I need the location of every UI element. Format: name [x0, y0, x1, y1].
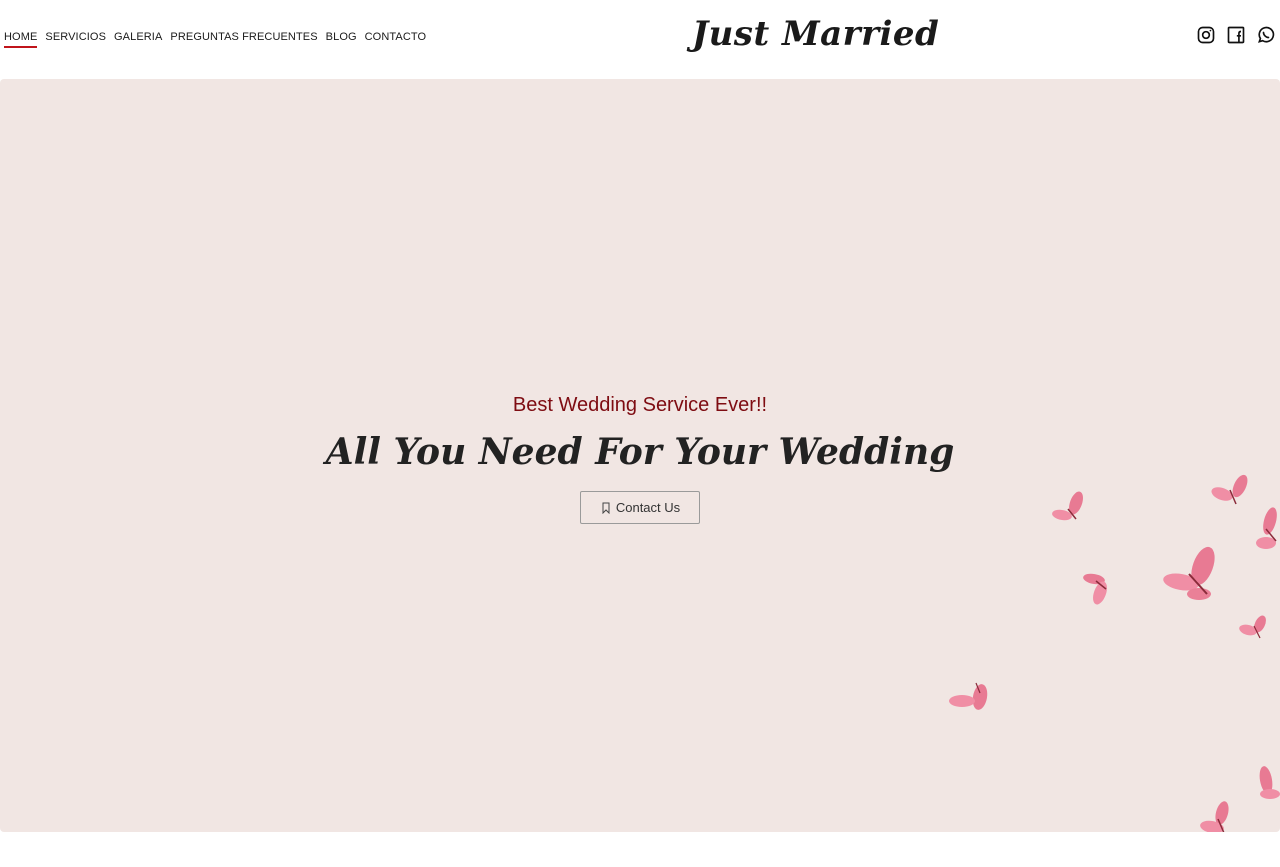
butterfly-icon: [1239, 615, 1266, 639]
contact-us-label: Contact Us: [615, 500, 681, 515]
butterfly-icon: [1163, 546, 1215, 600]
nav-item-contacto[interactable]: CONTACTO: [365, 31, 427, 48]
contact-us-button[interactable]: Contact Us: [580, 491, 700, 524]
page-bottom-strip: [0, 832, 1280, 867]
hero-section: Best Wedding Service Ever!! All You Need…: [0, 79, 1280, 832]
butterfly-icon: [1256, 507, 1277, 549]
bookmark-icon: [602, 502, 610, 514]
instagram-icon[interactable]: [1196, 25, 1216, 45]
site-logo[interactable]: Just Married: [692, 14, 939, 54]
nav-item-galeria[interactable]: GALERIA: [114, 31, 162, 48]
nav-item-blog[interactable]: BLOG: [326, 31, 357, 48]
social-links: [1196, 25, 1276, 45]
butterfly-icon: [1211, 474, 1248, 505]
nav-item-servicios[interactable]: SERVICIOS: [45, 31, 106, 48]
butterfly-icon: [1200, 801, 1229, 832]
hero-title: All You Need For Your Wedding: [325, 431, 955, 473]
butterfly-icon: [949, 682, 988, 710]
site-header: HOME SERVICIOS GALERIA PREGUNTAS FRECUEN…: [0, 0, 1280, 78]
whatsapp-icon[interactable]: [1256, 25, 1276, 45]
main-nav: HOME SERVICIOS GALERIA PREGUNTAS FRECUEN…: [4, 31, 426, 48]
facebook-icon[interactable]: [1226, 25, 1246, 45]
butterfly-icon: [1083, 573, 1107, 605]
nav-item-home[interactable]: HOME: [4, 31, 38, 48]
butterfly-icon: [1259, 766, 1280, 799]
hero-subtitle: Best Wedding Service Ever!!: [512, 394, 768, 416]
butterfly-icon: [1052, 491, 1083, 521]
nav-item-preguntas-frecuentes[interactable]: PREGUNTAS FRECUENTES: [170, 31, 317, 48]
